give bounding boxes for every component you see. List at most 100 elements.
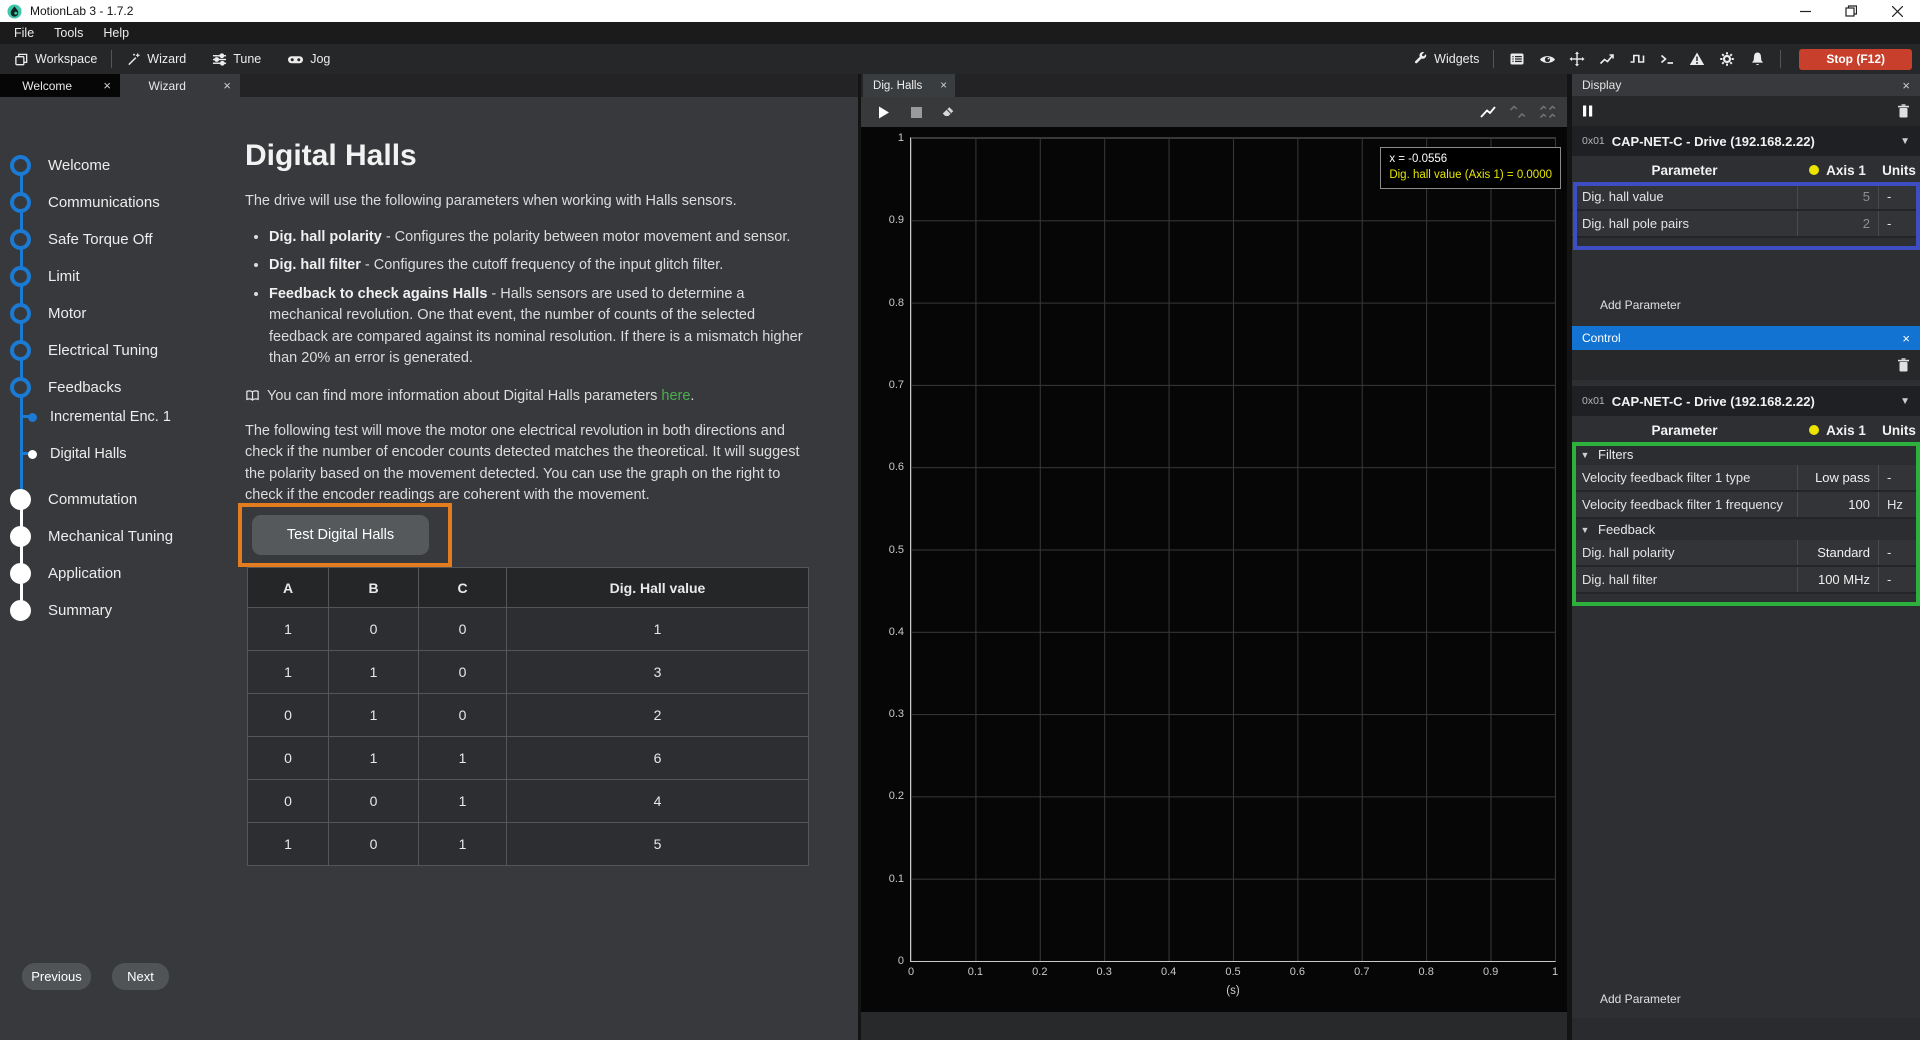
display-row-dig-hall-pole-pairs[interactable]: Dig. hall pole pairs 2 - — [1572, 211, 1920, 238]
axis-color-dot[interactable] — [1809, 165, 1819, 175]
eraser-icon — [941, 105, 955, 119]
move-icon — [1569, 51, 1585, 67]
previous-button[interactable]: Previous — [22, 963, 91, 990]
play-button[interactable] — [871, 99, 897, 125]
control-row-dig-hall-filter[interactable]: Dig. hall filter 100 MHz - — [1572, 567, 1920, 594]
display-column-header: Parameter Axis 1 Units — [1572, 156, 1920, 184]
trash-icon[interactable] — [1897, 358, 1910, 372]
next-button[interactable]: Next — [112, 963, 169, 990]
table-row: 1015 — [248, 823, 809, 866]
y-tick-label: 0.9 — [889, 214, 904, 226]
step-circle-icon — [10, 340, 31, 361]
scope-chart[interactable]: (s) 10.90.80.70.60.50.40.30.20.1000.10.2… — [861, 127, 1567, 1012]
widgets-button[interactable]: Widgets — [1407, 44, 1485, 74]
display-device-selector[interactable]: 0x01 CAP-NET-C - Drive (192.168.2.22) ▼ — [1572, 126, 1920, 156]
wizard-step-application[interactable]: Application — [0, 563, 121, 583]
chevron-down-icon: ▼ — [1900, 396, 1910, 407]
wizard-step-commutation[interactable]: Commutation — [0, 489, 137, 509]
step-circle-icon — [10, 377, 31, 398]
display-row-dig-hall-value[interactable]: Dig. hall value 5 - — [1572, 184, 1920, 211]
tab-dig-halls[interactable]: Dig. Halls × — [863, 74, 955, 97]
tab-wizard-close-icon[interactable]: × — [214, 78, 240, 93]
step-circle-icon — [10, 303, 31, 324]
settings-button[interactable] — [1712, 44, 1742, 74]
tooltip-x-value: x = -0.0556 — [1389, 151, 1552, 167]
tab-wizard[interactable]: Wizard × — [120, 74, 240, 97]
menu-tools[interactable]: Tools — [44, 22, 93, 44]
wizard-step-electrical-tuning[interactable]: Electrical Tuning — [0, 340, 158, 360]
stop-button[interactable]: Stop (F12) — [1799, 49, 1912, 70]
wizard-step-motor[interactable]: Motor — [0, 303, 86, 323]
group-feedback[interactable]: ▼ Feedback — [1572, 519, 1920, 540]
control-panel-header[interactable]: Control × — [1572, 326, 1920, 350]
workspace-icon — [14, 52, 29, 67]
x-tick-label: 0.6 — [1290, 966, 1305, 978]
menu-file[interactable]: File — [4, 22, 44, 44]
group-filters[interactable]: ▼ Filters — [1572, 444, 1920, 465]
wizard-step-welcome[interactable]: Welcome — [0, 155, 110, 175]
axis-color-dot[interactable] — [1809, 425, 1819, 435]
restore-button[interactable] — [1828, 0, 1874, 22]
control-column-header: Parameter Axis 1 Units — [1572, 416, 1920, 444]
clear-button[interactable] — [935, 99, 961, 125]
control-device-selector[interactable]: 0x01 CAP-NET-C - Drive (192.168.2.22) ▼ — [1572, 386, 1920, 416]
info-link[interactable]: here — [661, 388, 690, 404]
wizard-step-mechanical-tuning[interactable]: Mechanical Tuning — [0, 526, 173, 546]
jog-button[interactable]: Jog — [281, 44, 336, 74]
y-tick-label: 0.7 — [889, 379, 904, 391]
control-row-vel-filter-frequency[interactable]: Velocity feedback filter 1 frequency 100… — [1572, 492, 1920, 519]
tab-dig-halls-close-icon[interactable]: × — [932, 80, 955, 92]
test-description: The following test will move the motor o… — [245, 421, 807, 507]
monitor-eye-button[interactable] — [1532, 44, 1562, 74]
single-plot-icon[interactable] — [1479, 104, 1497, 120]
terminal-button[interactable] — [1652, 44, 1682, 74]
scope-chart-button[interactable] — [1592, 44, 1622, 74]
wizard-step-safe-torque-off[interactable]: Safe Torque Off — [0, 229, 153, 249]
split-plots-icon[interactable] — [1509, 104, 1527, 120]
close-button[interactable] — [1874, 0, 1920, 22]
left-tabbar: Welcome × Wizard × — [0, 74, 858, 97]
scope-tabbar: Dig. Halls × — [861, 74, 1567, 97]
x-axis-label: (s) — [911, 985, 1555, 997]
trash-icon[interactable] — [1897, 104, 1910, 118]
wizard-step-limit[interactable]: Limit — [0, 266, 80, 286]
x-tick-label: 0.3 — [1097, 966, 1112, 978]
wizard-step-incremental-enc-1[interactable]: Incremental Enc. 1 — [0, 407, 171, 427]
wizard-step-communications[interactable]: Communications — [0, 192, 160, 212]
signal-wave-button[interactable] — [1622, 44, 1652, 74]
table-row: 0116 — [248, 737, 809, 780]
grid-plots-icon[interactable] — [1539, 104, 1557, 120]
test-digital-halls-button[interactable]: Test Digital Halls — [252, 515, 429, 555]
wizard-step-summary[interactable]: Summary — [0, 600, 112, 620]
wizard-step-feedbacks[interactable]: Feedbacks — [0, 377, 121, 397]
display-add-parameter[interactable]: Add Parameter — [1600, 298, 1681, 312]
tab-welcome-close-icon[interactable]: × — [94, 78, 120, 93]
x-tick-label: 0.7 — [1354, 966, 1369, 978]
motion-move-button[interactable] — [1562, 44, 1592, 74]
wizard-step-digital-halls[interactable]: Digital Halls — [0, 444, 127, 464]
minimize-button[interactable] — [1782, 0, 1828, 22]
notifications-button[interactable] — [1742, 44, 1772, 74]
control-row-vel-filter-type[interactable]: Velocity feedback filter 1 type Low pass… — [1572, 465, 1920, 492]
stop-capture-button[interactable] — [903, 99, 929, 125]
step-circle-icon — [10, 266, 31, 287]
scope-toolbar — [861, 97, 1567, 127]
tab-welcome[interactable]: Welcome × — [0, 74, 120, 97]
plot-area[interactable]: (s) 10.90.80.70.60.50.40.30.20.1000.10.2… — [910, 137, 1556, 962]
workspace-button[interactable]: Workspace — [8, 44, 103, 74]
display-close-icon[interactable]: × — [1902, 78, 1910, 93]
wizard-button[interactable]: Wizard — [120, 44, 192, 74]
control-close-icon[interactable]: × — [1902, 331, 1910, 346]
menu-help[interactable]: Help — [93, 22, 139, 44]
bullet-item: Feedback to check agains Halls - Halls s… — [269, 284, 807, 370]
control-row-dig-hall-polarity[interactable]: Dig. hall polarity Standard - — [1572, 540, 1920, 567]
col-header-value: Dig. Hall value — [507, 568, 809, 608]
table-row: 0102 — [248, 694, 809, 737]
tune-button[interactable]: Tune — [206, 44, 267, 74]
step-circle-icon — [10, 192, 31, 213]
alerts-button[interactable] — [1682, 44, 1712, 74]
bell-icon — [1750, 51, 1765, 67]
pause-icon[interactable] — [1582, 105, 1594, 117]
registers-list-button[interactable] — [1502, 44, 1532, 74]
control-add-parameter[interactable]: Add Parameter — [1600, 992, 1681, 1006]
